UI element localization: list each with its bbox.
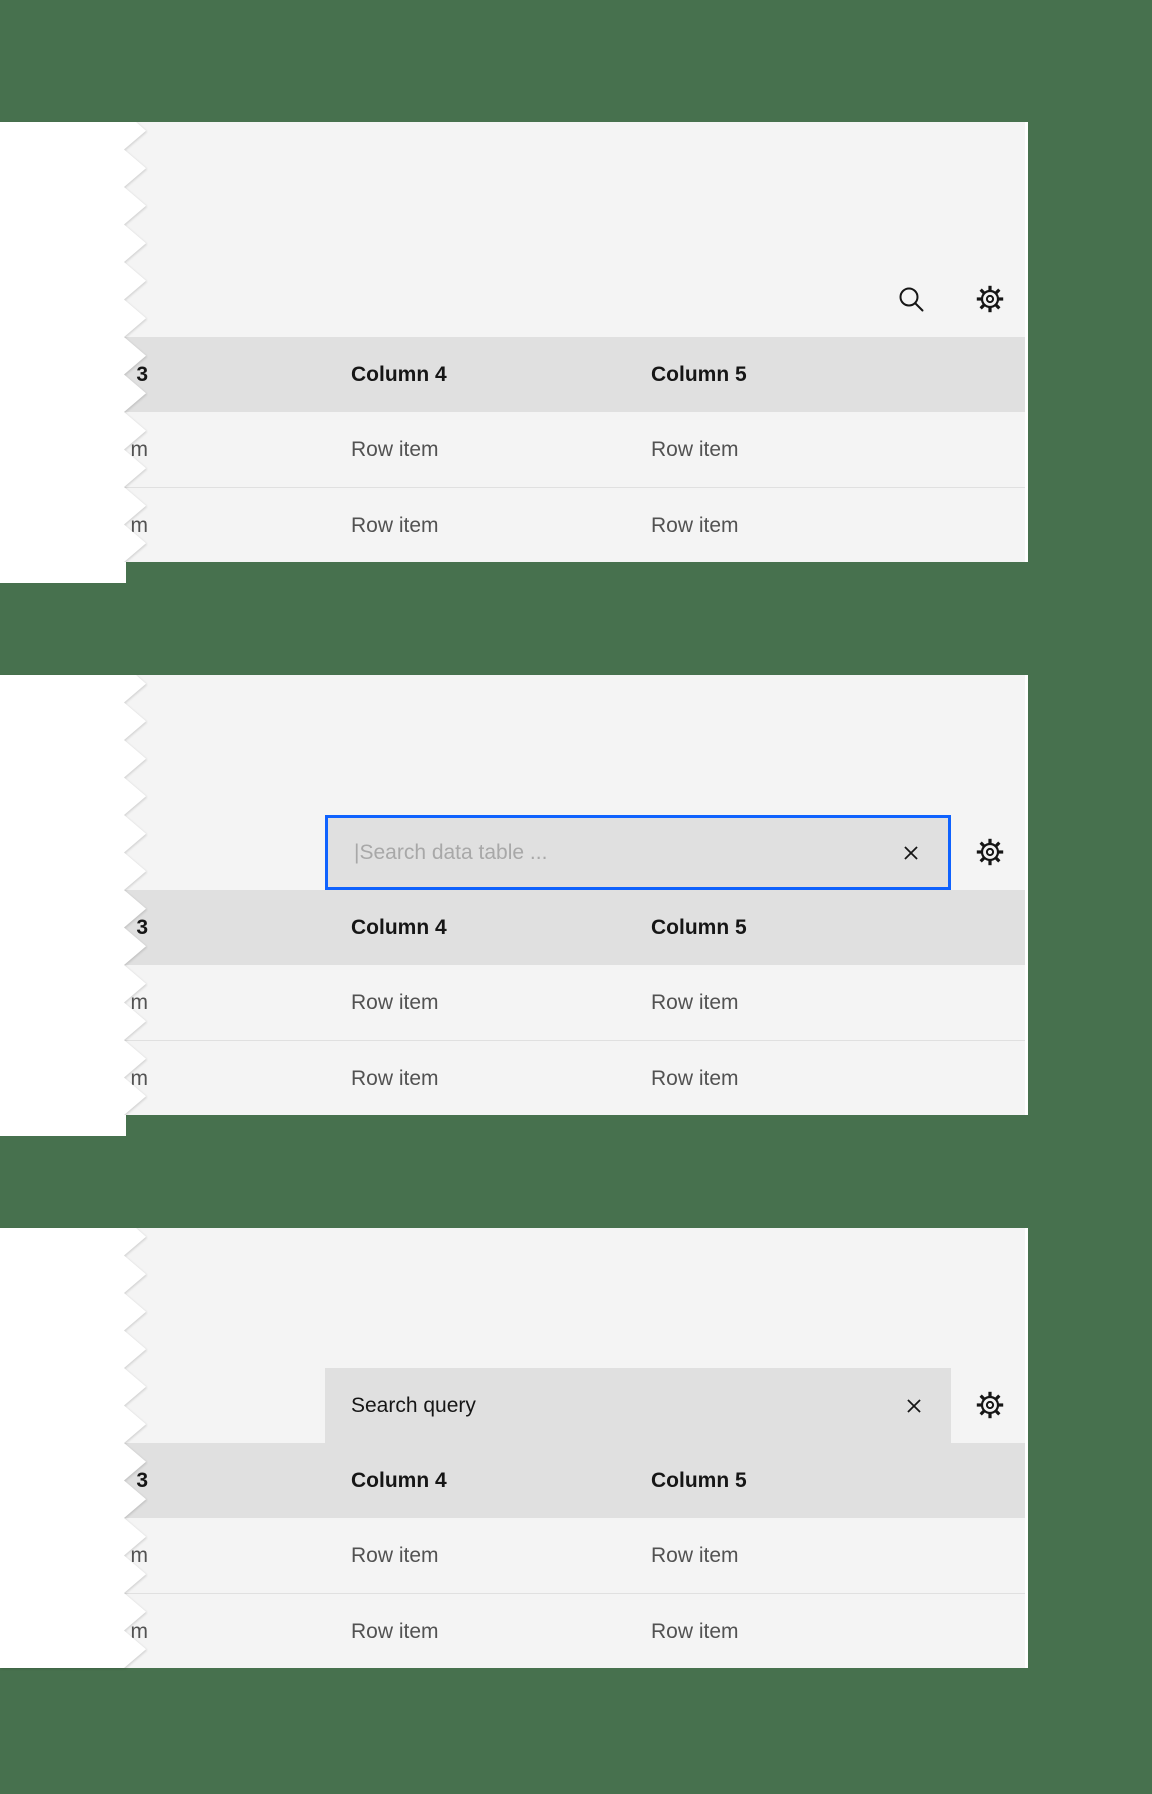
torn-edge-decoration bbox=[0, 1228, 150, 1670]
row-cell-column-5: Row item bbox=[651, 1067, 739, 1090]
search-input[interactable] bbox=[325, 1368, 951, 1443]
table-header-row: Column 3 Column 4 Column 5 bbox=[120, 890, 1025, 965]
torn-edge-decoration bbox=[0, 122, 150, 564]
table-toolbar bbox=[120, 1368, 1025, 1443]
header-cell-column-5: Column 5 bbox=[651, 916, 747, 939]
header-cell-column-4: Column 4 bbox=[351, 363, 447, 386]
table-row: Row item Row item Row item bbox=[120, 965, 1025, 1040]
clear-search-button[interactable] bbox=[901, 1393, 927, 1419]
data-table-card: Column 3 Column 4 Column 5 Row item Row … bbox=[120, 122, 1028, 562]
panel-search-collapsed: Column 3 Column 4 Column 5 Row item Row … bbox=[0, 122, 1152, 584]
gear-icon bbox=[975, 837, 1005, 867]
row-cell-column-4: Row item bbox=[351, 1544, 439, 1567]
row-cell-column-4: Row item bbox=[351, 1620, 439, 1643]
settings-button[interactable] bbox=[973, 835, 1007, 869]
gear-icon bbox=[975, 1390, 1005, 1420]
row-cell-column-5: Row item bbox=[651, 1620, 739, 1643]
table-toolbar bbox=[120, 815, 1025, 890]
row-cell-column-4: Row item bbox=[351, 1067, 439, 1090]
header-cell-column-5: Column 5 bbox=[651, 363, 747, 386]
search-field bbox=[325, 1368, 951, 1443]
search-button[interactable] bbox=[894, 282, 928, 316]
row-cell-column-4: Row item bbox=[351, 514, 439, 537]
row-cell-column-5: Row item bbox=[651, 1544, 739, 1567]
search-input[interactable] bbox=[328, 818, 948, 887]
row-cell-column-5: Row item bbox=[651, 438, 739, 461]
data-table-card: Column 3 Column 4 Column 5 Row item Row … bbox=[120, 1228, 1028, 1668]
row-cell-column-4: Row item bbox=[351, 991, 439, 1014]
settings-button[interactable] bbox=[973, 282, 1007, 316]
page-background: { "colors": { "page-bg": "#47714E", "car… bbox=[0, 0, 1152, 1794]
close-icon bbox=[903, 1395, 925, 1417]
table-row: Row item Row item Row item bbox=[120, 1593, 1025, 1668]
table-row: Row item Row item Row item bbox=[120, 412, 1025, 487]
torn-edge-tab bbox=[0, 562, 126, 583]
header-cell-column-4: Column 4 bbox=[351, 1469, 447, 1492]
table-row: Row item Row item Row item bbox=[120, 1040, 1025, 1115]
row-cell-column-5: Row item bbox=[651, 514, 739, 537]
panel-search-filled: Column 3 Column 4 Column 5 Row item Row … bbox=[0, 1228, 1152, 1690]
data-table-card: Column 3 Column 4 Column 5 Row item Row … bbox=[120, 675, 1028, 1115]
settings-button[interactable] bbox=[973, 1388, 1007, 1422]
table-header-row: Column 3 Column 4 Column 5 bbox=[120, 1443, 1025, 1518]
row-cell-column-5: Row item bbox=[651, 991, 739, 1014]
torn-edge-tab bbox=[0, 1115, 126, 1136]
close-icon bbox=[900, 842, 922, 864]
search-icon bbox=[896, 284, 926, 314]
panel-search-expanded: Column 3 Column 4 Column 5 Row item Row … bbox=[0, 675, 1152, 1137]
torn-edge-decoration bbox=[0, 675, 150, 1117]
row-cell-column-4: Row item bbox=[351, 438, 439, 461]
search-field bbox=[325, 815, 951, 890]
table-row: Row item Row item Row item bbox=[120, 487, 1025, 562]
table-header-row: Column 3 Column 4 Column 5 bbox=[120, 337, 1025, 412]
header-cell-column-5: Column 5 bbox=[651, 1469, 747, 1492]
gear-icon bbox=[975, 284, 1005, 314]
clear-search-button[interactable] bbox=[898, 840, 924, 866]
table-row: Row item Row item Row item bbox=[120, 1518, 1025, 1593]
header-cell-column-4: Column 4 bbox=[351, 916, 447, 939]
table-toolbar bbox=[120, 262, 1025, 337]
